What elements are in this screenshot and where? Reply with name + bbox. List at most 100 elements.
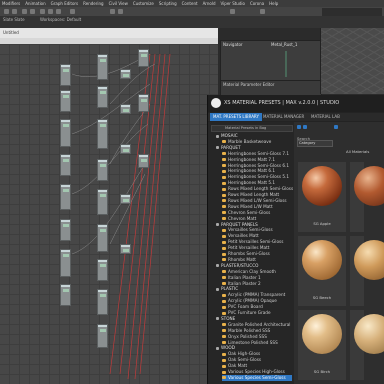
tree-label: WOOD: [221, 345, 235, 351]
folder-icon: [222, 376, 226, 380]
folder-icon: [222, 199, 226, 203]
folder-icon: [222, 370, 226, 374]
tree-label: Herringbones Matt 5.1: [228, 180, 275, 186]
material-node[interactable]: [97, 119, 108, 149]
folder-icon: [222, 164, 226, 167]
tree-label: Chevron Matt: [228, 215, 257, 221]
preset-search-box[interactable]: Material Presets in Bag: [211, 125, 293, 132]
folder-icon: [222, 193, 226, 197]
material-card[interactable]: SG Beech: [298, 236, 346, 306]
xs-tabs: MAT. PRESETS LIBRARY MATERIAL MANAGER MA…: [208, 113, 384, 121]
tree-label: Rows Mixed L/W Semi-Gloss: [228, 197, 287, 203]
menu-item[interactable]: Help: [269, 1, 278, 6]
redo-icon[interactable]: [12, 9, 17, 14]
menu-item[interactable]: Rendering: [83, 1, 103, 6]
snap-icon[interactable]: [70, 9, 75, 14]
tree-label: Various Species Semi-Gloss: [228, 374, 286, 380]
folder-icon: [222, 282, 226, 285]
tree-item[interactable]: Various Species Semi-Gloss: [222, 374, 292, 381]
perspective-viewport[interactable]: [320, 28, 384, 94]
map-node[interactable]: [120, 244, 131, 254]
material-node[interactable]: [60, 284, 71, 306]
category-select-value: Category: [299, 141, 316, 145]
workspace-right-label[interactable]: Workspaces: Default: [40, 17, 81, 22]
tab-mat-presets-library[interactable]: MAT. PRESETS LIBRARY: [210, 113, 262, 121]
node-graph-canvas[interactable]: [0, 44, 218, 384]
menu-item[interactable]: Scripting: [159, 1, 177, 6]
material-card[interactable]: [350, 162, 384, 232]
undo-icon[interactable]: [4, 9, 9, 14]
tab-material-lab[interactable]: MATERIAL LAB: [308, 113, 343, 121]
main-menubar: Modifiers Animation Graph Editors Rendering…: [0, 0, 384, 7]
tree-label: PLASTER/STUCCO: [221, 262, 259, 268]
material-node[interactable]: [60, 64, 71, 86]
viewport-grid: [321, 28, 384, 94]
folder-icon: [222, 305, 226, 309]
material-node[interactable]: [97, 259, 108, 281]
render-icon[interactable]: [118, 9, 123, 14]
map-node[interactable]: [138, 49, 149, 67]
tab-material-manager[interactable]: MATERIAL MANAGER: [260, 113, 307, 121]
grid-view-icon[interactable]: [297, 125, 301, 129]
mirror-icon[interactable]: [230, 9, 235, 14]
tree-label: Italian Plaster 2: [228, 280, 261, 286]
category-select[interactable]: Category: [297, 140, 333, 147]
menu-item[interactable]: Animation: [25, 1, 45, 6]
material-node[interactable]: [60, 154, 71, 176]
material-editor-icon[interactable]: [260, 9, 265, 14]
workspace-left-label: Slate Slate: [3, 17, 25, 22]
material-node[interactable]: [60, 249, 71, 277]
material-sphere-preview: [302, 166, 342, 206]
tree-label: Petit Versailles Semi-Gloss: [228, 239, 284, 245]
tree-label: Onyx Polished SSS: [228, 333, 267, 339]
folder-icon: [222, 169, 226, 173]
menu-item[interactable]: Corona: [250, 1, 264, 6]
select-icon[interactable]: [30, 9, 35, 14]
navigator-title: Navigator: [223, 42, 243, 47]
folder-icon: [222, 152, 226, 156]
folder-icon: [222, 140, 226, 144]
preset-thumbnail-panel: Search Category All Materials SG Apple S…: [294, 122, 384, 384]
material-node[interactable]: [97, 324, 108, 348]
material-node[interactable]: [97, 86, 108, 108]
menu-item[interactable]: Viper Studio: [221, 1, 245, 6]
material-card[interactable]: [350, 236, 384, 306]
viewport-label-strip: [322, 8, 382, 16]
map-node[interactable]: [120, 194, 131, 204]
menu-item[interactable]: Customize: [133, 1, 154, 6]
tree-label: Versailles Matt: [228, 233, 259, 239]
link-icon[interactable]: [22, 9, 27, 14]
menu-item[interactable]: Arnold: [203, 1, 216, 6]
scale-icon[interactable]: [56, 9, 61, 14]
material-node[interactable]: [97, 289, 108, 315]
material-node[interactable]: [97, 224, 108, 252]
material-node[interactable]: [60, 184, 71, 210]
material-node[interactable]: [60, 90, 71, 112]
move-icon[interactable]: [40, 9, 45, 14]
map-node[interactable]: [120, 69, 131, 79]
folder-icon: [222, 240, 226, 244]
material-node[interactable]: [97, 189, 108, 215]
folder-icon: [222, 352, 226, 356]
navigator-preview[interactable]: [281, 51, 291, 77]
material-card[interactable]: SG Birch: [298, 310, 346, 380]
map-node[interactable]: [138, 94, 149, 112]
material-node[interactable]: [97, 159, 108, 181]
material-card[interactable]: SG Apple: [298, 162, 346, 232]
map-node[interactable]: [120, 104, 131, 114]
map-node[interactable]: [120, 144, 131, 154]
menu-item[interactable]: Civil View: [109, 1, 128, 6]
material-node[interactable]: [97, 54, 108, 80]
menu-item[interactable]: Modifiers: [2, 1, 20, 6]
material-card[interactable]: [350, 310, 384, 380]
map-node[interactable]: [138, 154, 149, 168]
menu-item[interactable]: Content: [182, 1, 198, 6]
material-node[interactable]: [60, 219, 71, 241]
material-node[interactable]: [60, 119, 71, 147]
render-setup-icon[interactable]: [110, 9, 115, 14]
xs-window-title: XS MATERIAL PRESETS | MAX v.2.0.0 | STUD…: [224, 100, 340, 106]
refresh-icon[interactable]: [334, 125, 338, 129]
menu-item[interactable]: Graph Editors: [51, 1, 78, 6]
list-view-icon[interactable]: [303, 125, 307, 129]
rotate-icon[interactable]: [48, 9, 53, 14]
